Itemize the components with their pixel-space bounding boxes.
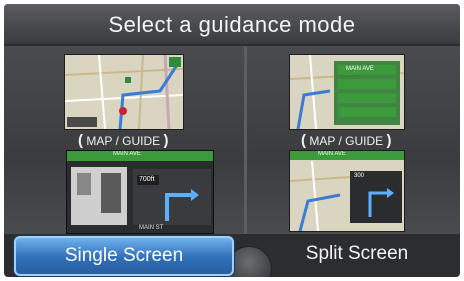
map-with-list-thumbnail: MAIN AVE: [289, 54, 405, 130]
guidance-preview-graphic: [67, 151, 213, 233]
map-preview-graphic: [65, 55, 183, 129]
list-item-main-ave: MAIN AVE: [346, 66, 374, 72]
split-guide-street-top: MAIN AVE: [318, 151, 346, 157]
guide-street-bottom: MAIN ST: [139, 225, 164, 231]
page-title: Select a guidance mode: [108, 12, 356, 37]
split-guide-distance: 300: [354, 173, 365, 179]
screen: Select a guidance mode (MAP / GUIDE) M…: [0, 0, 464, 281]
split-screen-button[interactable]: Split Screen: [262, 236, 452, 272]
caption-map-guide-left: ( MAP / GUIDE ): [78, 132, 169, 149]
option-split-screen-preview[interactable]: MAIN AVE ( MAP / GUIDE ) MAIN AVE 300: [247, 46, 460, 234]
map-thumbnail: [64, 54, 184, 130]
option-single-screen-preview[interactable]: ( MAP / GUIDE ) MAIN AVE 700ft MAIN ST: [4, 46, 244, 234]
caption-map-guide-right: ( MAP / GUIDE ): [301, 132, 392, 149]
guidance-thumbnail: MAIN AVE 700ft MAIN ST: [66, 150, 214, 234]
guide-distance: 700ft: [139, 176, 155, 183]
single-screen-label: Single Screen: [64, 245, 184, 266]
split-screen-label: Split Screen: [305, 243, 409, 264]
title-bar: Select a guidance mode: [4, 4, 460, 44]
map-guide-preview-graphic: [290, 151, 404, 231]
single-screen-button[interactable]: Single Screen: [14, 236, 234, 276]
guide-street-top: MAIN AVE: [113, 151, 141, 157]
map-with-guide-thumbnail: MAIN AVE 300: [289, 150, 405, 232]
